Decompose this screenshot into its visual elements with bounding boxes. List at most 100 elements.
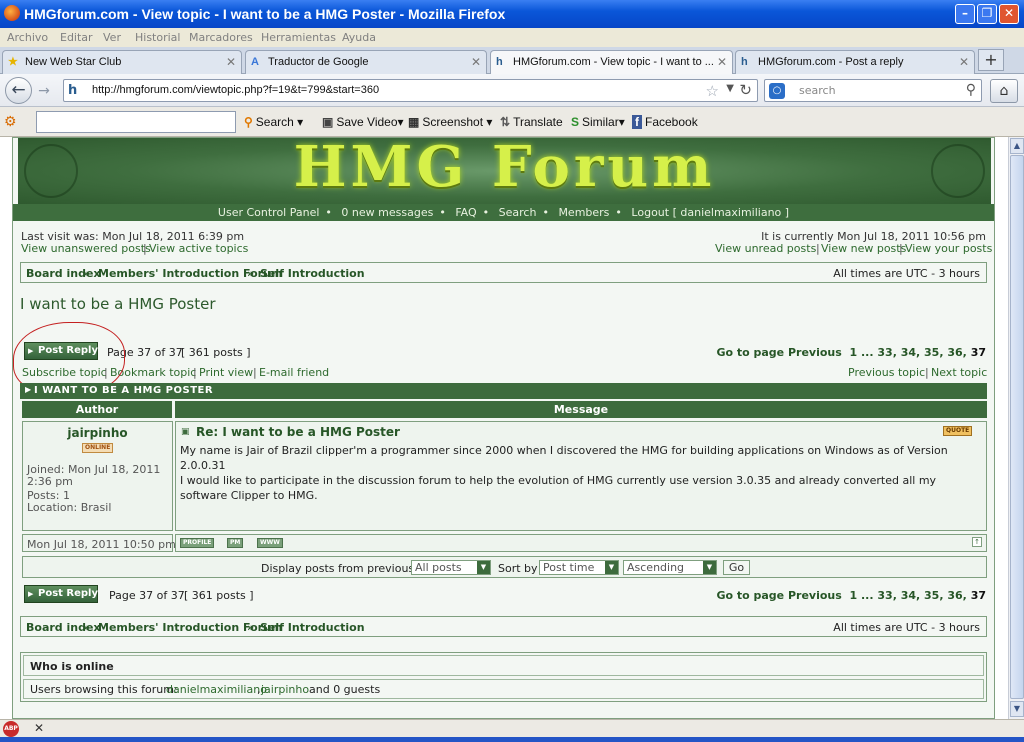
toolbar-search-button[interactable]: ⚲ Search ▾ (244, 115, 303, 129)
post-footer-cell: PROFILE PM WWW ↑ (175, 534, 987, 552)
page-link-1[interactable]: 1 (849, 346, 857, 359)
nav-new-messages[interactable]: 0 new messages (341, 206, 433, 219)
post-author-name[interactable]: jairpinho (23, 426, 172, 440)
search-box[interactable]: ○ search ⚲ (764, 79, 982, 102)
minimize-button[interactable]: – (955, 4, 975, 24)
facebook-button[interactable]: f Facebook (632, 115, 698, 129)
close-window-button[interactable]: ✕ (999, 4, 1019, 24)
menu-ver[interactable]: Ver (103, 31, 121, 44)
print-view-link[interactable]: Print view (199, 366, 253, 379)
tab-post-reply[interactable]: h HMGforum.com - Post a reply ✕ (735, 50, 975, 74)
previous-topic-link[interactable]: Previous topic (848, 366, 925, 379)
timezone-text: All times are UTC - 3 hours (833, 621, 980, 634)
close-tab-icon[interactable]: ✕ (226, 55, 236, 69)
site-favicon-icon: h (68, 83, 78, 98)
page-link-35[interactable]: 35 (924, 589, 939, 602)
menu-editar[interactable]: Editar (60, 31, 93, 44)
menu-ayuda[interactable]: Ayuda (342, 31, 376, 44)
forum-logo[interactable]: HMG Forum (18, 137, 991, 200)
online-user-jairpinho[interactable]: jairpinho (261, 683, 309, 696)
breadcrumb-intro-forum[interactable]: Members' Introduction Forum (98, 267, 282, 280)
next-topic-link[interactable]: Next topic (931, 366, 987, 379)
page-link-34[interactable]: 34 (901, 346, 916, 359)
post-reply-button-bottom[interactable]: Post Reply (24, 585, 98, 603)
sort-order-select[interactable]: Ascending ▼ (623, 560, 717, 575)
separator: | (193, 366, 197, 379)
view-new-posts-link[interactable]: View new posts (821, 242, 906, 255)
menu-historial[interactable]: Historial (135, 31, 180, 44)
close-tab-icon[interactable]: ✕ (717, 55, 727, 69)
www-button[interactable]: WWW (257, 538, 283, 548)
tab-traductor[interactable]: A Traductor de Google ✕ (245, 50, 487, 74)
page-link-34[interactable]: 34 (901, 589, 916, 602)
search-engine-icon[interactable]: ○ (769, 83, 785, 99)
close-tab-icon[interactable]: ✕ (471, 55, 481, 69)
translate-icon: A (251, 56, 259, 68)
bookmark-star-icon[interactable]: ☆ (706, 82, 719, 100)
go-top-icon[interactable]: ↑ (972, 537, 982, 547)
maximize-button[interactable]: ❐ (977, 4, 997, 24)
reload-icon[interactable]: ↻ (739, 81, 752, 99)
similar-button[interactable]: S Similar▾ (571, 115, 625, 129)
close-addon-bar-icon[interactable]: ✕ (34, 721, 44, 735)
nav-search[interactable]: Search (499, 206, 537, 219)
goto-previous-link[interactable]: Previous (788, 589, 842, 602)
nav-logout[interactable]: Logout [ danielmaximiliano ] (631, 206, 789, 219)
view-your-posts-link[interactable]: View your posts (905, 242, 992, 255)
tab-view-topic[interactable]: h HMGforum.com - View topic - I want to … (490, 50, 733, 75)
goto-label: Go to page (716, 589, 785, 602)
breadcrumb-sep: » (247, 267, 255, 280)
addon-toolbar: ⚙ ⚲ Search ▾ ▣ Save Video▾ ▦ Screenshot ▾ ⇅… (0, 107, 1024, 137)
translate-button[interactable]: ⇅ Translate (500, 115, 563, 129)
breadcrumb-intro-forum[interactable]: Members' Introduction Forum (98, 621, 282, 634)
adblock-icon[interactable]: ABP (3, 721, 19, 737)
breadcrumb-self-intro[interactable]: Self Introduction (260, 267, 365, 280)
go-button[interactable]: Go (723, 560, 750, 575)
toolbar-search-input[interactable] (36, 111, 236, 133)
page-link-33[interactable]: 33 (877, 589, 892, 602)
breadcrumb-self-intro[interactable]: Self Introduction (260, 621, 365, 634)
page-link-35[interactable]: 35 (924, 346, 939, 359)
screenshot-button[interactable]: ▦ Screenshot ▾ (408, 115, 492, 129)
sort-by-select[interactable]: Post time ▼ (539, 560, 619, 575)
forward-button[interactable]: → (34, 82, 54, 100)
view-unread-link[interactable]: View unread posts (715, 242, 816, 255)
close-tab-icon[interactable]: ✕ (959, 55, 969, 69)
tab-new-web-star-club[interactable]: ★ New Web Star Club ✕ (2, 50, 242, 74)
who-online-body: Users browsing this forum: danielmaximil… (23, 679, 984, 699)
page-link-33[interactable]: 33 (877, 346, 892, 359)
magnifier-icon[interactable]: ⚲ (966, 82, 976, 98)
save-video-button[interactable]: ▣ Save Video▾ (322, 115, 404, 129)
page-link-36[interactable]: 36 (947, 589, 962, 602)
email-friend-link[interactable]: E-mail friend (259, 366, 329, 379)
view-unanswered-link[interactable]: View unanswered posts (21, 242, 151, 255)
scroll-thumb[interactable] (1010, 155, 1024, 699)
gear-icon[interactable]: ⚙ (4, 113, 17, 130)
navigation-bar: ← → h http://hmgforum.com/viewtopic.php?… (0, 74, 1024, 107)
pm-button[interactable]: PM (227, 538, 244, 548)
goto-previous-link[interactable]: Previous (788, 346, 842, 359)
profile-button[interactable]: PROFILE (180, 538, 215, 548)
home-button[interactable]: ⌂ (990, 79, 1018, 103)
back-button[interactable]: ← (5, 77, 32, 104)
display-posts-select[interactable]: All posts ▼ (411, 560, 491, 575)
page-title[interactable]: I want to be a HMG Poster (20, 295, 216, 313)
menu-archivo[interactable]: Archivo (7, 31, 48, 44)
post-subject[interactable]: Re: I want to be a HMG Poster (196, 425, 400, 439)
nav-members[interactable]: Members (558, 206, 609, 219)
url-dropdown-icon[interactable]: ▼ (726, 83, 734, 94)
online-user-danielmaximiliano[interactable]: danielmaximiliano (166, 683, 267, 696)
page-link-36[interactable]: 36 (947, 346, 962, 359)
page-link-1[interactable]: 1 (849, 589, 857, 602)
menu-herramientas[interactable]: Herramientas (261, 31, 336, 44)
url-bar[interactable]: h http://hmgforum.com/viewtopic.php?f=19… (63, 79, 758, 102)
scroll-down-arrow[interactable]: ▼ (1010, 701, 1024, 717)
view-active-link[interactable]: View active topics (149, 242, 248, 255)
nav-faq[interactable]: FAQ (455, 206, 476, 219)
nav-user-control-panel[interactable]: User Control Panel (218, 206, 320, 219)
quote-button[interactable]: QUOTE (943, 426, 973, 436)
menu-marcadores[interactable]: Marcadores (189, 31, 253, 44)
scroll-up-arrow[interactable]: ▲ (1010, 138, 1024, 154)
new-tab-button[interactable]: + (978, 49, 1004, 71)
vertical-scrollbar[interactable]: ▲ ▼ (1008, 137, 1024, 719)
